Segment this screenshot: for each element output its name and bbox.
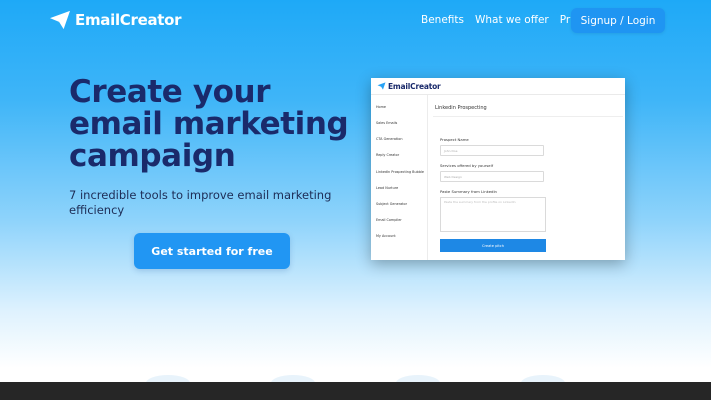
brand-logo[interactable]: EmailCreator (49, 10, 182, 30)
preview-sidebar-item[interactable]: Sales Emails (376, 121, 397, 125)
hero-title: Create your email marketing campaign (69, 74, 349, 174)
preview-header: EmailCreator (371, 78, 625, 95)
prospect-name-label: Prospect Name (440, 137, 469, 142)
footer-strip (0, 382, 711, 400)
preview-sidebar-item[interactable]: My Account (376, 234, 396, 238)
preview-sidebar: Home Sales Emails CTA Generation Reply C… (371, 95, 428, 260)
top-navigation: EmailCreator Benefits What we offer Pric… (0, 0, 711, 40)
preview-sidebar-item[interactable]: Subject Generator (376, 202, 407, 206)
services-input[interactable]: Web Design (440, 171, 544, 182)
preview-page-title: Linkedin Prospecting (435, 105, 487, 111)
signup-login-button[interactable]: Signup / Login (571, 8, 665, 33)
hero-subtitle: 7 incredible tools to improve email mark… (69, 188, 332, 217)
preview-main: Linkedin Prospecting Prospect Name John … (433, 95, 623, 260)
summary-label: Paste Summary from LinkedIn (440, 189, 497, 194)
get-started-button[interactable]: Get started for free (134, 233, 290, 269)
paper-plane-icon (50, 10, 70, 30)
nav-link-what-we-offer[interactable]: What we offer (475, 14, 549, 26)
preview-brand-name: EmailCreator (388, 81, 441, 91)
summary-textarea[interactable]: Paste the summary from the profile on Li… (440, 197, 546, 232)
create-pitch-button[interactable]: Create pitch (440, 239, 546, 252)
brand-name: EmailCreator (75, 11, 182, 29)
services-label: Services offered by yourself (440, 163, 494, 168)
preview-sidebar-item[interactable]: Home (376, 105, 386, 109)
app-preview: EmailCreator Home Sales Emails CTA Gener… (371, 78, 625, 260)
paper-plane-icon (377, 82, 386, 90)
preview-logo: EmailCreator (377, 82, 441, 91)
preview-sidebar-item[interactable]: Email Compiler (376, 218, 402, 222)
preview-sidebar-item[interactable]: CTA Generation (376, 137, 403, 141)
preview-sidebar-item[interactable]: LinkedIn Prospecting Bubble (376, 170, 424, 174)
divider (433, 116, 623, 117)
prospect-name-input[interactable]: John Doe (440, 145, 544, 156)
nav-link-benefits[interactable]: Benefits (421, 14, 464, 26)
preview-sidebar-item[interactable]: Lead Nurture (376, 186, 398, 190)
preview-sidebar-item[interactable]: Reply Creator (376, 153, 399, 157)
